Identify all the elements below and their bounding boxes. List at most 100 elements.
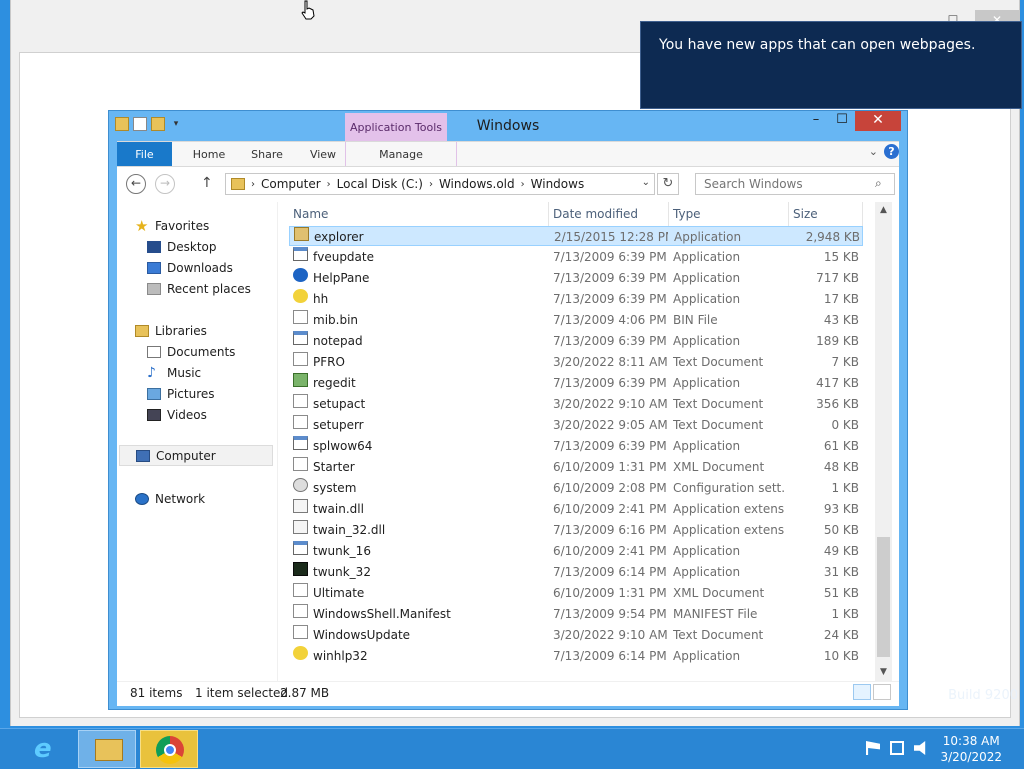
nav-music[interactable]: ♪ Music: [147, 363, 201, 383]
table-row[interactable]: winhlp32 7/13/2009 6:14 PM Application 10 K…: [289, 646, 863, 666]
tab-view[interactable]: View: [293, 142, 353, 167]
breadcrumb-separator-icon[interactable]: ›: [251, 179, 255, 190]
scroll-up-icon[interactable]: ▲: [875, 202, 892, 219]
column-type[interactable]: Type: [669, 202, 789, 226]
tab-manage[interactable]: Manage: [345, 142, 457, 167]
scroll-down-icon[interactable]: ▼: [875, 664, 892, 681]
explorer-icon: [294, 227, 309, 241]
nav-label: Documents: [167, 345, 236, 359]
nav-documents[interactable]: Documents: [147, 342, 235, 362]
table-row[interactable]: system 6/10/2009 2:08 PM Configuration set…: [289, 478, 863, 498]
table-row[interactable]: Ultimate 6/10/2009 1:31 PM XML Document 51 …: [289, 583, 863, 603]
nav-pictures[interactable]: Pictures: [147, 384, 215, 404]
nav-libraries[interactable]: Libraries: [135, 321, 207, 341]
table-row[interactable]: WindowsUpdate 3/20/2022 9:10 AM Text Docum…: [289, 625, 863, 645]
breadcrumb-separator-icon[interactable]: ›: [327, 179, 331, 190]
address-bar[interactable]: › Computer › Local Disk (C:) › Windows.o…: [225, 173, 655, 195]
text-file-icon: [293, 625, 308, 639]
navigation-pane: ★ Favorites Desktop Downloads Recent plac…: [117, 202, 278, 681]
breadcrumb-computer[interactable]: Computer: [261, 177, 321, 191]
tab-file[interactable]: File: [117, 142, 172, 167]
column-date-modified[interactable]: Date modified: [549, 202, 669, 226]
table-row[interactable]: setupact 3/20/2022 9:10 AM Text Document 35…: [289, 394, 863, 414]
network-status-icon[interactable]: [890, 741, 904, 755]
table-row[interactable]: Starter 6/10/2009 1:31 PM XML Document 48 K…: [289, 457, 863, 477]
ribbon-tabs: File Home Share View Manage ⌄ ?: [117, 141, 899, 167]
details-view-icon[interactable]: [853, 684, 871, 700]
nav-downloads[interactable]: Downloads: [147, 258, 233, 278]
search-input[interactable]: [695, 173, 895, 195]
table-row[interactable]: PFRO 3/20/2022 8:11 AM Text Document 7 KB: [289, 352, 863, 372]
expand-ribbon-icon[interactable]: ⌄: [869, 145, 878, 158]
column-size[interactable]: Size: [789, 202, 863, 226]
table-row[interactable]: twain.dll 6/10/2009 2:41 PM Application ex…: [289, 499, 863, 519]
downloads-icon: [147, 262, 161, 274]
application-tools-group: Application Tools: [345, 113, 447, 143]
taskbar-chrome[interactable]: [140, 730, 198, 768]
table-row[interactable]: regedit 7/13/2009 6:39 PM Application 417 K…: [289, 373, 863, 393]
table-row[interactable]: twunk_16 6/10/2009 2:41 PM Application 49 K…: [289, 541, 863, 561]
column-headers: ^ Name Date modified Type Size: [289, 202, 871, 226]
twunk-icon: [293, 562, 308, 576]
file-name: regedit: [313, 376, 356, 390]
nav-computer[interactable]: Computer: [119, 445, 273, 466]
table-row[interactable]: hh 7/13/2009 6:39 PM Application 17 KB: [289, 289, 863, 309]
column-name[interactable]: Name: [289, 202, 549, 226]
file-type: MANIFEST File: [673, 607, 758, 621]
back-button[interactable]: ←: [126, 174, 146, 194]
nav-label: Favorites: [155, 219, 210, 233]
table-row[interactable]: explorer 2/15/2015 12:28 PM Application 2,9…: [289, 226, 863, 246]
text-file-icon: [293, 415, 308, 429]
view-switcher: [853, 684, 891, 700]
nav-network[interactable]: Network: [135, 489, 205, 509]
clock[interactable]: 10:38 AM 3/20/2022: [940, 733, 1002, 765]
desktop-watermark: Build 9200: [948, 686, 1018, 706]
up-button[interactable]: ↑: [201, 175, 213, 191]
tab-home[interactable]: Home: [179, 142, 239, 167]
breadcrumb-windows[interactable]: Windows: [531, 177, 585, 191]
large-icons-view-icon[interactable]: [873, 684, 891, 700]
notification-toast[interactable]: You have new apps that can open webpages…: [640, 21, 1022, 109]
breadcrumb-separator-icon[interactable]: ›: [521, 179, 525, 190]
volume-muted-icon[interactable]: [914, 741, 926, 755]
maximize-button[interactable]: ☐: [829, 111, 855, 131]
file-name: Starter: [313, 460, 355, 474]
regedit-icon: [293, 373, 308, 387]
vertical-scrollbar[interactable]: ▲ ▼: [875, 202, 892, 681]
title-bar[interactable]: ▾ Windows Application Tools – ☐ ✕: [109, 111, 907, 143]
hand-cursor-icon: [301, 0, 315, 20]
scroll-thumb[interactable]: [877, 537, 890, 657]
table-row[interactable]: splwow64 7/13/2009 6:39 PM Application 61 K…: [289, 436, 863, 456]
nav-videos[interactable]: Videos: [147, 405, 207, 425]
breadcrumb-local-disk[interactable]: Local Disk (C:): [337, 177, 423, 191]
forward-button[interactable]: →: [155, 174, 175, 194]
videos-icon: [147, 409, 161, 421]
tab-share[interactable]: Share: [237, 142, 297, 167]
nav-desktop[interactable]: Desktop: [147, 237, 217, 257]
table-row[interactable]: HelpPane 7/13/2009 6:39 PM Application 717 …: [289, 268, 863, 288]
table-row[interactable]: WindowsShell.Manifest 7/13/2009 9:54 PM MA…: [289, 604, 863, 624]
taskbar-internet-explorer[interactable]: e: [18, 730, 76, 768]
table-row[interactable]: fveupdate 7/13/2009 6:39 PM Application 15 …: [289, 247, 863, 267]
table-row[interactable]: notepad 7/13/2009 6:39 PM Application 189 K…: [289, 331, 863, 351]
nav-favorites[interactable]: ★ Favorites: [135, 216, 209, 236]
ribbon-controls: ⌄ ?: [869, 144, 899, 159]
file-name: twain.dll: [313, 502, 364, 516]
close-button[interactable]: ✕: [855, 111, 901, 131]
table-row[interactable]: mib.bin 7/13/2009 4:06 PM BIN File 43 KB: [289, 310, 863, 330]
table-row[interactable]: setuperr 3/20/2022 9:05 AM Text Document 0 …: [289, 415, 863, 435]
address-dropdown-icon[interactable]: ⌄: [642, 177, 650, 188]
file-name: splwow64: [313, 439, 373, 453]
minimize-button[interactable]: –: [803, 111, 829, 131]
breadcrumb-separator-icon[interactable]: ›: [429, 179, 433, 190]
search-icon[interactable]: ⌕: [875, 176, 882, 191]
table-row[interactable]: twunk_32 7/13/2009 6:14 PM Application 31 K…: [289, 562, 863, 582]
help-icon[interactable]: ?: [884, 144, 899, 159]
breadcrumb-windows-old[interactable]: Windows.old: [439, 177, 515, 191]
file-size: 15 KB: [823, 250, 859, 264]
taskbar-file-explorer[interactable]: [78, 730, 136, 768]
refresh-button[interactable]: ↻: [657, 173, 679, 195]
action-center-flag-icon[interactable]: [866, 741, 880, 755]
nav-recent-places[interactable]: Recent places: [147, 279, 251, 299]
table-row[interactable]: twain_32.dll 7/13/2009 6:16 PM Application…: [289, 520, 863, 540]
